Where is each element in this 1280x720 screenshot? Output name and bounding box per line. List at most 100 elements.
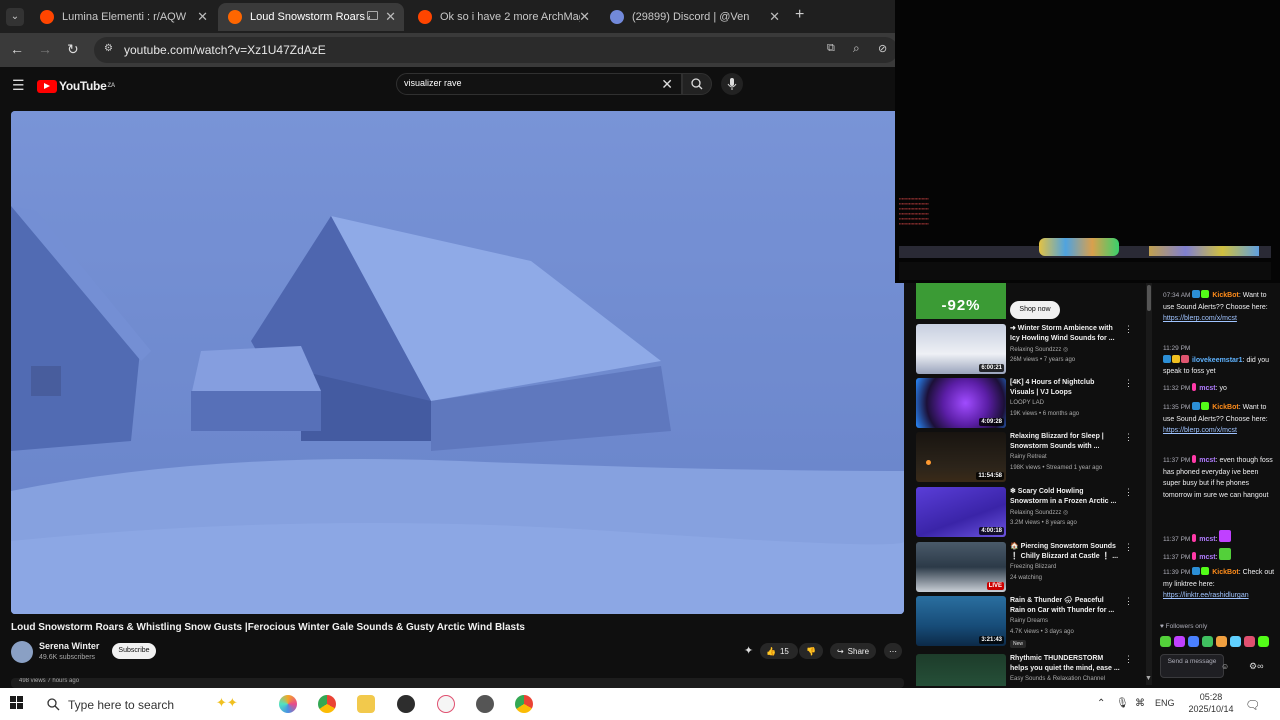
- app-icon[interactable]: [476, 695, 494, 713]
- subscribe-button[interactable]: Subscribe: [112, 643, 156, 659]
- more-vertical-icon[interactable]: ⋮: [1124, 596, 1133, 607]
- reload-icon[interactable]: ↻: [67, 41, 79, 58]
- scrollbar-thumb[interactable]: [1147, 285, 1151, 311]
- browser-tab-discord[interactable]: (29899) Discord | @Ven ✕: [600, 3, 788, 31]
- shop-now-button[interactable]: Shop now: [1010, 301, 1060, 319]
- new-tab-button[interactable]: +: [795, 6, 804, 24]
- quick-emote-bar[interactable]: [1160, 636, 1278, 648]
- tab-search-button[interactable]: ⌄: [6, 8, 24, 26]
- chrome-profile-icon[interactable]: [515, 695, 533, 713]
- more-vertical-icon[interactable]: ⋮: [1124, 487, 1133, 498]
- address-bar[interactable]: ⚙ youtube.com/watch?v=Xz1U47ZdAzE ⧉ ⌕ ⊘: [94, 37, 898, 63]
- emote-icon[interactable]: [1216, 636, 1227, 647]
- chat-username[interactable]: mcst: [1199, 385, 1215, 392]
- voice-search-button[interactable]: [721, 73, 743, 95]
- network-icon[interactable]: ⌘: [1135, 698, 1145, 709]
- channel-name[interactable]: Relaxing Soundzzz ◎: [1010, 509, 1068, 516]
- language-indicator[interactable]: ENG: [1155, 698, 1175, 708]
- video-title[interactable]: ➜ Winter Storm Ambience with Icy Howling…: [1010, 324, 1120, 344]
- emote-icon[interactable]: [1160, 636, 1171, 647]
- back-icon[interactable]: ←: [10, 41, 24, 57]
- more-vertical-icon[interactable]: ⋮: [1124, 324, 1133, 335]
- like-button[interactable]: 👍 15: [760, 643, 798, 659]
- more-vertical-icon[interactable]: ⋮: [1124, 378, 1133, 389]
- channel-name[interactable]: Easy Sounds & Relaxation Channel: [1010, 676, 1105, 682]
- ad-thumbnail[interactable]: -92%: [916, 283, 1006, 319]
- windows-start-icon[interactable]: [10, 696, 24, 710]
- close-tab-icon[interactable]: ✕: [385, 9, 396, 25]
- recommended-video[interactable]: Rhythmic THUNDERSTORM helps you quiet th…: [916, 654, 1138, 686]
- video-title[interactable]: Rhythmic THUNDERSTORM helps you quiet th…: [1010, 654, 1120, 674]
- search-button[interactable]: [682, 73, 712, 95]
- browser-tab-reddit-aqw[interactable]: Lumina Elementi : r/AQW ✕: [30, 3, 216, 31]
- more-vertical-icon[interactable]: ⋮: [1124, 432, 1133, 443]
- recommended-video[interactable]: 3:21:43 Rain & Thunder 🌧 Peaceful Rain o…: [916, 596, 1138, 648]
- menu-icons[interactable]: [1149, 246, 1259, 256]
- video-thumbnail[interactable]: LIVE: [916, 542, 1006, 592]
- microphone-tray-icon[interactable]: 🎙: [1116, 698, 1129, 709]
- chat-username[interactable]: mcst: [1199, 457, 1215, 464]
- description-box[interactable]: 498 views 7 hours ago: [11, 678, 904, 688]
- youtube-logo[interactable]: YouTube ZA: [37, 79, 115, 93]
- channel-name[interactable]: Relaxing Soundzzz ◎: [1010, 346, 1068, 353]
- chrome-icon[interactable]: [318, 695, 336, 713]
- channel-name[interactable]: Freezing Blizzard: [1010, 564, 1056, 570]
- search-query[interactable]: visualizer rave: [404, 78, 462, 88]
- install-app-icon[interactable]: ⧉: [827, 42, 835, 55]
- cast-icon[interactable]: [367, 11, 378, 20]
- chat-username[interactable]: KickBot: [1212, 404, 1238, 411]
- ai-summary-icon[interactable]: ✦: [744, 644, 753, 657]
- close-tab-icon[interactable]: ✕: [769, 9, 780, 25]
- hamburger-menu-icon[interactable]: ☰: [12, 77, 25, 94]
- browser-tab-youtube[interactable]: Loud Snowstorm Roars & W ✕: [218, 3, 404, 31]
- dislike-button[interactable]: 👎: [799, 643, 823, 659]
- video-title[interactable]: 🏠 Piercing Snowstorm Sounds ❕ Chilly Bli…: [1010, 542, 1120, 562]
- recommended-video[interactable]: 6:00:21 ➜ Winter Storm Ambience with Icy…: [916, 324, 1138, 376]
- notifications-icon[interactable]: 🗨: [1245, 698, 1260, 712]
- overlay-hotbar[interactable]: [899, 238, 1271, 258]
- emote-icon[interactable]: [1244, 636, 1255, 647]
- video-title[interactable]: Relaxing Blizzard for Sleep | Snowstorm …: [1010, 432, 1120, 452]
- video-title[interactable]: [4K] 4 Hours of Nightclub Visuals | VJ L…: [1010, 378, 1120, 398]
- forward-icon[interactable]: →: [38, 41, 52, 57]
- browser-tab-reddit-archmage[interactable]: Ok so i have 2 more ArchMage ✕: [408, 3, 598, 31]
- emote-icon[interactable]: [1230, 636, 1241, 647]
- close-tab-icon[interactable]: ✕: [579, 9, 590, 25]
- chat-username[interactable]: KickBot: [1212, 292, 1238, 299]
- video-thumbnail[interactable]: 11:54:58: [916, 432, 1006, 482]
- video-title[interactable]: ❄ Scary Cold Howling Snowstorm in a Froz…: [1010, 487, 1120, 507]
- more-vertical-icon[interactable]: ⋮: [1124, 654, 1133, 665]
- search-input[interactable]: visualizer rave ✕: [396, 73, 682, 95]
- chat-username[interactable]: mcst: [1199, 536, 1215, 543]
- message-link[interactable]: https://linktr.ee/rashidlurgan: [1163, 592, 1249, 599]
- video-title[interactable]: Rain & Thunder 🌧 Peaceful Rain on Car wi…: [1010, 596, 1120, 616]
- site-info-icon[interactable]: ⚙: [104, 43, 113, 54]
- taskbar-clock[interactable]: 05:28 2025/10/14: [1186, 691, 1236, 715]
- video-thumbnail[interactable]: 4:00:18: [916, 487, 1006, 537]
- video-player[interactable]: [11, 111, 904, 614]
- chat-username[interactable]: KickBot: [1212, 569, 1238, 576]
- channel-name[interactable]: Serena Winter: [39, 641, 99, 651]
- emote-icon[interactable]: [1188, 636, 1199, 647]
- emoji-icon[interactable]: ☺: [1221, 662, 1229, 671]
- share-button[interactable]: ↪ Share: [830, 643, 876, 659]
- url-text[interactable]: youtube.com/watch?v=Xz1U47ZdAzE: [124, 43, 326, 57]
- copilot-icon[interactable]: [279, 695, 297, 713]
- channel-name[interactable]: LOOPY LAD: [1010, 400, 1044, 406]
- zoom-icon[interactable]: ⌕: [853, 41, 860, 56]
- channel-name[interactable]: Rainy Dreams: [1010, 618, 1048, 624]
- app-icon[interactable]: [437, 695, 455, 713]
- tracking-protection-icon[interactable]: ⊘: [878, 42, 887, 55]
- video-thumbnail[interactable]: [916, 654, 1006, 686]
- channel-avatar[interactable]: [11, 641, 33, 663]
- taskbar-search-box[interactable]: Type here to search ✦✦: [36, 688, 262, 720]
- obs-icon[interactable]: [397, 695, 415, 713]
- file-explorer-icon[interactable]: [357, 695, 375, 713]
- chat-username[interactable]: ilovekeemstar1: [1192, 357, 1243, 364]
- recommended-video[interactable]: 4:00:18 ❄ Scary Cold Howling Snowstorm i…: [916, 487, 1138, 539]
- skill-icons[interactable]: [1039, 238, 1119, 256]
- recommendations-scrollbar[interactable]: [1146, 283, 1152, 685]
- emote-icon[interactable]: [1258, 636, 1269, 647]
- channel-name[interactable]: Rainy Retreat: [1010, 454, 1047, 460]
- more-vertical-icon[interactable]: ⋮: [1124, 542, 1133, 553]
